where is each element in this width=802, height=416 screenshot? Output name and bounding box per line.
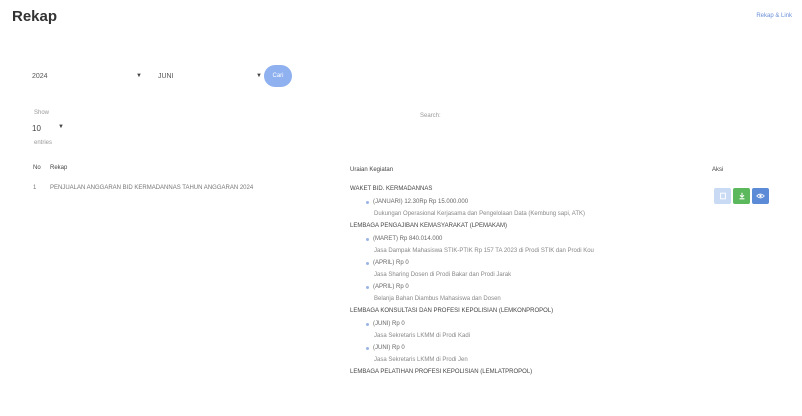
- show-label: Show: [34, 110, 50, 116]
- column-header-uraian: Uraian Kegiatan: [350, 167, 394, 173]
- uraian-group-title: WAKET BID. KERMADANNAS: [350, 186, 433, 192]
- bullet-icon: [366, 261, 369, 265]
- breadcrumb[interactable]: Rekap & Link: [756, 13, 792, 19]
- uraian-item-label: (APRIL) Rp 0: [373, 284, 409, 290]
- download-button[interactable]: [733, 188, 750, 204]
- bullet-icon: [366, 237, 369, 241]
- edit-icon: [719, 192, 726, 200]
- uraian-item-label: (APRIL) Rp 0: [373, 260, 409, 266]
- uraian-item-desc: Dukungan Operasional Kerjasama dan Penge…: [374, 211, 586, 217]
- uraian-item: (JUNI) Rp 0 Jasa Sekretaris LKMM di Prod…: [350, 344, 680, 364]
- uraian-item-desc: Jasa Sekretaris LKMM di Prodi Kadi: [374, 333, 471, 339]
- edit-button[interactable]: [714, 188, 731, 204]
- uraian-group-title: LEMBAGA PELATIHAN PROFESI KEPOLISIAN (LE…: [350, 369, 533, 375]
- column-header-rekap: Rekap: [50, 165, 68, 171]
- month-select[interactable]: JUNI ▼: [158, 66, 262, 86]
- uraian-group: LEMBAGA KONSULTASI DAN PROFESI KEPOLISIA…: [350, 307, 680, 364]
- uraian-group-title: LEMBAGA PENGAJIBAN KEMASYARAKAT (LPEMAKA…: [350, 223, 508, 229]
- uraian-item: (JUNI) Rp 0 Jasa Sekretaris LKMM di Prod…: [350, 320, 680, 340]
- uraian-item: (APRIL) Rp 0 Jasa Sharing Dosen di Prodi…: [350, 259, 680, 279]
- bullet-icon: [366, 322, 369, 326]
- uraian-item-label: (MARET) Rp 840.014.000: [373, 236, 443, 242]
- uraian-item-label: (JANUARI) 12.30Rp Rp 15.000.000: [373, 199, 469, 205]
- year-select-value: 2024: [32, 72, 48, 80]
- uraian-item-label: (JUNI) Rp 0: [373, 321, 405, 327]
- uraian-group: LEMBAGA PELATIHAN PROFESI KEPOLISIAN (LE…: [350, 368, 680, 376]
- uraian-item-desc: Jasa Sekretaris LKMM di Prodi Jen: [374, 357, 468, 363]
- bullet-icon: [366, 285, 369, 289]
- year-select[interactable]: 2024 ▼: [32, 66, 142, 86]
- search-label: Search:: [420, 113, 441, 119]
- page-size-select[interactable]: 10 ▼: [32, 124, 64, 133]
- uraian-item-desc: Jasa Dampak Mahasiswa STIK-PTIK Rp 157 T…: [374, 248, 594, 254]
- uraian-item: (JANUARI) 12.30Rp Rp 15.000.000 Dukungan…: [350, 198, 680, 218]
- column-header-aksi: Aksi: [712, 167, 724, 173]
- entries-label: entries: [34, 140, 53, 146]
- uraian-item-desc: Jasa Sharing Dosen di Prodi Bakar dan Pr…: [374, 272, 512, 278]
- table-cell-no: 1: [33, 185, 37, 191]
- page-size-value: 10: [32, 124, 41, 133]
- chevron-down-icon: ▼: [136, 73, 142, 79]
- eye-icon: [756, 193, 765, 199]
- month-select-value: JUNI: [158, 72, 174, 80]
- search-submit-button[interactable]: Cari: [264, 65, 292, 87]
- chevron-down-icon: ▼: [256, 73, 262, 79]
- chevron-down-icon: ▼: [58, 124, 64, 130]
- uraian-item-desc: Belanja Bahan Diambus Mahasiswa dan Dose…: [374, 296, 501, 302]
- page-title: Rekap: [12, 8, 58, 25]
- uraian-item: (APRIL) Rp 0 Belanja Bahan Diambus Mahas…: [350, 283, 680, 303]
- uraian-group: WAKET BID. KERMADANNAS (JANUARI) 12.30Rp…: [350, 185, 680, 218]
- uraian-item-label: (JUNI) Rp 0: [373, 345, 405, 351]
- uraian-list: WAKET BID. KERMADANNAS (JANUARI) 12.30Rp…: [350, 185, 680, 381]
- uraian-group: LEMBAGA PENGAJIBAN KEMASYARAKAT (LPEMAKA…: [350, 222, 680, 303]
- action-buttons: [714, 188, 769, 204]
- table-cell-rekap: PENJUALAN ANGGARAN BID KERMADANNAS TAHUN…: [50, 185, 254, 191]
- bullet-icon: [366, 200, 369, 204]
- download-icon: [739, 192, 744, 200]
- uraian-group-title: LEMBAGA KONSULTASI DAN PROFESI KEPOLISIA…: [350, 308, 554, 314]
- uraian-item: (MARET) Rp 840.014.000 Jasa Dampak Mahas…: [350, 235, 680, 255]
- view-button[interactable]: [752, 188, 769, 204]
- column-header-no: No: [33, 165, 41, 171]
- bullet-icon: [366, 346, 369, 350]
